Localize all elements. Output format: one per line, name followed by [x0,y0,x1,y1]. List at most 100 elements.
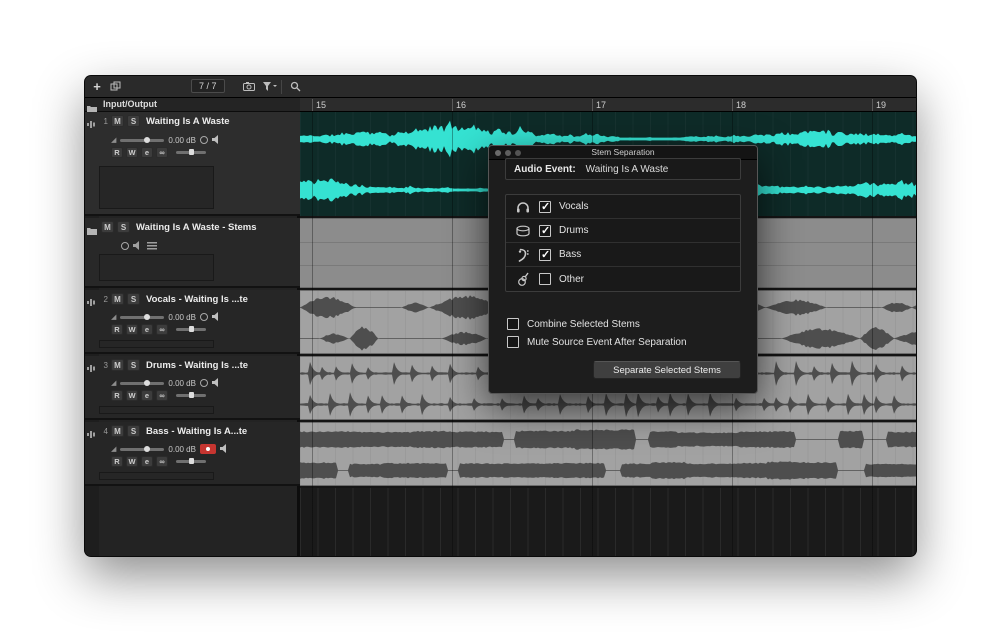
pan-slider[interactable] [176,460,206,463]
solo-button[interactable]: S [117,221,130,233]
link-button[interactable]: ∞ [156,390,168,401]
mute-button[interactable]: M [111,115,124,127]
mute-source-checkbox[interactable] [507,336,519,348]
mute-button[interactable]: M [111,359,124,371]
waveform-right [300,456,916,485]
track-header-source[interactable]: 1 M S Waiting Is A Waste ◢ 0.00 dB R W e [85,112,300,216]
read-button[interactable]: R [111,147,123,158]
stem-row-other[interactable]: Other [506,267,740,291]
monitor-icon[interactable] [121,242,129,250]
volume-slider[interactable] [120,316,164,319]
monitor-icon[interactable] [200,313,208,321]
filter-icon[interactable] [261,76,279,97]
audio-event-bass[interactable] [300,422,916,486]
speaker-icon[interactable] [212,308,222,326]
solo-button[interactable]: S [127,425,140,437]
solo-button[interactable]: S [127,359,140,371]
camera-icon[interactable] [241,76,257,97]
group-icon[interactable] [147,237,157,255]
dialog-title: Stem Separation [489,147,757,157]
track-number: 4 [101,427,108,436]
stem-label: Drums [559,225,588,236]
event-counter: 7 / 7 [191,79,225,93]
stem-label: Bass [559,249,581,260]
search-icon[interactable] [287,76,303,97]
track-name: Vocals - Waiting Is ...te [146,294,248,305]
write-button[interactable]: W [126,390,138,401]
empty-timeline-area[interactable] [300,488,916,556]
stem-row-drums[interactable]: Drums [506,219,740,243]
track-header-folder[interactable]: M S Waiting Is A Waste - Stems [85,218,300,288]
combine-stems-option[interactable]: Combine Selected Stems [507,318,640,330]
mute-source-option[interactable]: Mute Source Event After Separation [507,336,687,348]
track-name: Bass - Waiting Is A...te [146,426,247,437]
mute-button[interactable]: M [101,221,114,233]
solo-button[interactable]: S [127,115,140,127]
bass-checkbox[interactable] [539,249,551,261]
track-header-bass[interactable]: 4 M S Bass - Waiting Is A...te ◢ 0.00 dB… [85,422,300,486]
ruler-mark: 15 [312,99,326,111]
track-name: Waiting Is A Waste [146,116,230,127]
duplicate-icon[interactable] [107,76,123,97]
link-button[interactable]: ∞ [156,324,168,335]
vocals-checkbox[interactable] [539,201,551,213]
track-header-vocals[interactable]: 2 M S Vocals - Waiting Is ...te ◢ 0.00 d… [85,290,300,354]
edit-channel-button[interactable]: e [141,390,153,401]
pan-slider[interactable] [176,394,206,397]
combine-stems-checkbox[interactable] [507,318,519,330]
io-header: Input/Output [85,98,300,112]
option-label: Combine Selected Stems [527,319,640,330]
edit-channel-button[interactable]: e [141,456,153,467]
track-extension-panel [99,340,214,348]
pan-slider[interactable] [176,151,206,154]
speaker-icon[interactable] [220,440,230,458]
volume-value: 0.00 dB [168,379,196,388]
track-number: 2 [101,295,108,304]
track-extension-panel [99,254,214,281]
volume-icon: ◢ [111,379,116,387]
track-name: Waiting Is A Waste - Stems [136,222,257,233]
waveform-right [300,390,916,419]
write-button[interactable]: W [126,456,138,467]
write-button[interactable]: W [126,147,138,158]
read-button[interactable]: R [111,390,123,401]
write-button[interactable]: W [126,324,138,335]
ruler-mark: 16 [452,99,466,111]
ruler-mark: 18 [732,99,746,111]
record-enable-button[interactable] [200,444,216,454]
volume-slider[interactable] [120,382,164,385]
read-button[interactable]: R [111,324,123,335]
volume-icon: ◢ [111,313,116,321]
folder-track-icon [86,222,98,240]
solo-button[interactable]: S [127,293,140,305]
speaker-icon[interactable] [133,237,143,255]
mute-button[interactable]: M [111,425,124,437]
stem-row-bass[interactable]: Bass [506,243,740,267]
read-button[interactable]: R [111,456,123,467]
edit-channel-button[interactable]: e [141,324,153,335]
speaker-icon[interactable] [212,131,222,149]
volume-value: 0.00 dB [168,445,196,454]
separate-stems-button[interactable]: Separate Selected Stems [593,361,741,379]
edit-channel-button[interactable]: e [141,147,153,158]
other-checkbox[interactable] [539,273,551,285]
stem-row-vocals[interactable]: Vocals [506,195,740,219]
monitor-icon[interactable] [200,136,208,144]
track-header-drums[interactable]: 3 M S Drums - Waiting Is ...te ◢ 0.00 dB… [85,356,300,420]
volume-icon: ◢ [111,136,116,144]
option-label: Mute Source Event After Separation [527,337,687,348]
add-icon[interactable]: + [89,76,105,97]
audio-track-icon [86,360,98,378]
link-button[interactable]: ∞ [156,147,168,158]
speaker-icon[interactable] [212,374,222,392]
track-extension-panel [99,472,214,480]
link-button[interactable]: ∞ [156,456,168,467]
volume-slider[interactable] [120,448,164,451]
pan-slider[interactable] [176,328,206,331]
bass-clef-icon [514,248,531,262]
mute-button[interactable]: M [111,293,124,305]
drums-checkbox[interactable] [539,225,551,237]
timeline-ruler[interactable]: 15 16 17 18 19 [300,98,916,112]
volume-slider[interactable] [120,139,164,142]
monitor-icon[interactable] [200,379,208,387]
